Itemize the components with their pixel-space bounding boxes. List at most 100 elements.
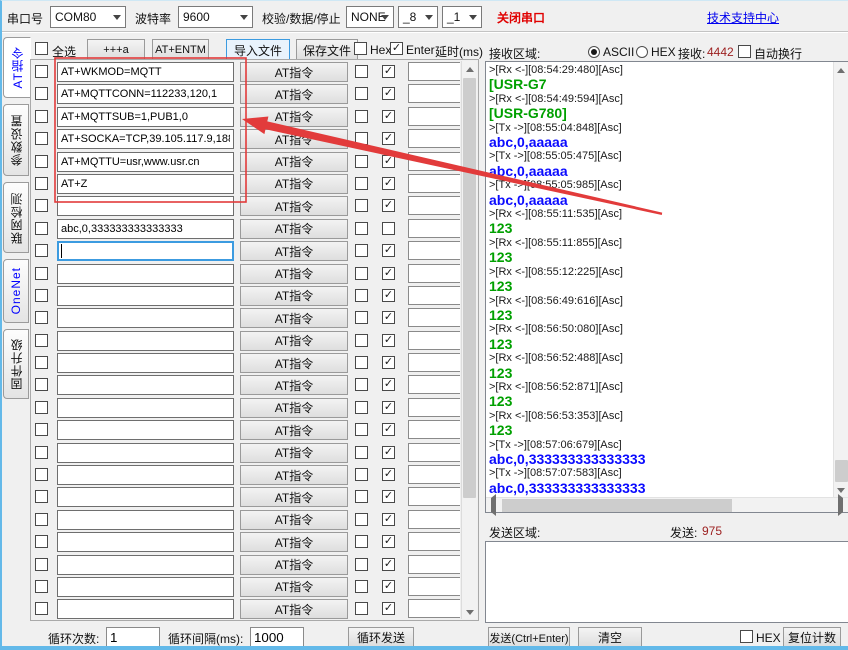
at-send-button[interactable]: AT指令 xyxy=(240,196,348,216)
row-hex-checkbox[interactable] xyxy=(355,401,368,414)
row-enter-checkbox[interactable]: ✓ xyxy=(382,244,395,257)
scroll-left-icon[interactable] xyxy=(486,498,501,513)
scrollbar-thumb[interactable] xyxy=(835,460,848,482)
row-delay-input[interactable] xyxy=(408,487,460,506)
row-enter-checkbox[interactable]: ✓ xyxy=(382,446,395,459)
at-send-button[interactable]: AT指令 xyxy=(240,107,348,127)
at-send-button[interactable]: AT指令 xyxy=(240,152,348,172)
loop-count-input[interactable] xyxy=(106,627,160,647)
stopbits-select[interactable]: _1 xyxy=(442,6,482,28)
command-input[interactable] xyxy=(57,398,234,418)
command-input[interactable] xyxy=(57,532,234,552)
row-delay-input[interactable] xyxy=(408,152,460,171)
row-hex-checkbox[interactable] xyxy=(355,513,368,526)
row-delay-input[interactable] xyxy=(408,555,460,574)
at-send-button[interactable]: AT指令 xyxy=(240,331,348,351)
send-hex-checkbox[interactable] xyxy=(740,630,753,643)
autowrap-checkbox[interactable] xyxy=(738,45,751,58)
command-input[interactable] xyxy=(57,241,234,261)
support-center-link[interactable]: 技术支持中心 xyxy=(707,9,779,26)
scroll-up-icon[interactable] xyxy=(462,61,477,76)
command-input[interactable] xyxy=(57,510,234,530)
command-input[interactable] xyxy=(57,465,234,485)
at-entm-button[interactable]: AT+ENTM xyxy=(152,39,209,61)
scroll-right-icon[interactable] xyxy=(833,498,848,513)
row-delay-input[interactable] xyxy=(408,465,460,484)
row-select-checkbox[interactable] xyxy=(35,65,48,78)
row-hex-checkbox[interactable] xyxy=(355,222,368,235)
row-delay-input[interactable] xyxy=(408,510,460,529)
row-enter-checkbox[interactable]: ✓ xyxy=(382,558,395,571)
row-delay-input[interactable] xyxy=(408,264,460,283)
sidebar-tab-5[interactable]: 固件升级 xyxy=(3,329,29,399)
sidebar-tab-2[interactable]: 参数设置 xyxy=(3,104,29,176)
command-input[interactable] xyxy=(57,286,234,306)
row-select-checkbox[interactable] xyxy=(35,267,48,280)
at-send-button[interactable]: AT指令 xyxy=(240,286,348,306)
row-select-checkbox[interactable] xyxy=(35,423,48,436)
row-delay-input[interactable] xyxy=(408,577,460,596)
row-select-checkbox[interactable] xyxy=(35,446,48,459)
select-all-checkbox[interactable] xyxy=(35,42,48,55)
row-enter-checkbox[interactable]: ✓ xyxy=(382,378,395,391)
row-select-checkbox[interactable] xyxy=(35,356,48,369)
row-delay-input[interactable] xyxy=(408,331,460,350)
command-input[interactable] xyxy=(57,353,234,373)
command-input[interactable] xyxy=(57,129,234,149)
at-send-button[interactable]: AT指令 xyxy=(240,62,348,82)
row-enter-checkbox[interactable]: ✓ xyxy=(382,289,395,302)
parity-select[interactable]: NONE xyxy=(346,6,394,28)
row-enter-checkbox[interactable]: ✓ xyxy=(382,401,395,414)
command-input[interactable] xyxy=(57,308,234,328)
row-enter-checkbox[interactable]: ✓ xyxy=(382,580,395,593)
command-input[interactable] xyxy=(57,599,234,619)
at-send-button[interactable]: AT指令 xyxy=(240,129,348,149)
row-delay-input[interactable] xyxy=(408,398,460,417)
row-delay-input[interactable] xyxy=(408,532,460,551)
command-input[interactable] xyxy=(57,107,234,127)
at-send-button[interactable]: AT指令 xyxy=(240,219,348,239)
close-port-button[interactable]: 关闭串口 xyxy=(497,9,545,26)
row-select-checkbox[interactable] xyxy=(35,222,48,235)
at-send-button[interactable]: AT指令 xyxy=(240,510,348,530)
row-enter-checkbox[interactable]: ✓ xyxy=(382,490,395,503)
row-delay-input[interactable] xyxy=(408,84,460,103)
sidebar-tab-4[interactable]: OneNet xyxy=(3,259,29,323)
row-delay-input[interactable] xyxy=(408,375,460,394)
command-input[interactable] xyxy=(57,152,234,172)
row-enter-checkbox[interactable]: ✓ xyxy=(382,311,395,324)
row-select-checkbox[interactable] xyxy=(35,513,48,526)
plus-a-button[interactable]: +++a xyxy=(87,39,145,61)
row-delay-input[interactable] xyxy=(408,353,460,372)
command-input[interactable] xyxy=(57,375,234,395)
save-file-button[interactable]: 保存文件 xyxy=(296,39,358,61)
row-delay-input[interactable] xyxy=(408,129,460,148)
at-send-button[interactable]: AT指令 xyxy=(240,264,348,284)
scrollbar-thumb[interactable] xyxy=(463,78,476,498)
row-enter-checkbox[interactable]: ✓ xyxy=(382,602,395,615)
row-enter-checkbox[interactable] xyxy=(382,222,395,235)
row-enter-checkbox[interactable]: ✓ xyxy=(382,535,395,548)
at-send-button[interactable]: AT指令 xyxy=(240,353,348,373)
command-input[interactable] xyxy=(57,443,234,463)
row-hex-checkbox[interactable] xyxy=(355,87,368,100)
row-select-checkbox[interactable] xyxy=(35,199,48,212)
row-enter-checkbox[interactable]: ✓ xyxy=(382,513,395,526)
row-select-checkbox[interactable] xyxy=(35,490,48,503)
at-send-button[interactable]: AT指令 xyxy=(240,420,348,440)
row-hex-checkbox[interactable] xyxy=(355,155,368,168)
row-delay-input[interactable] xyxy=(408,599,460,618)
row-select-checkbox[interactable] xyxy=(35,580,48,593)
row-delay-input[interactable] xyxy=(408,219,460,238)
hex-radio[interactable] xyxy=(636,46,648,58)
row-hex-checkbox[interactable] xyxy=(355,244,368,257)
receive-log[interactable]: >[Rx <-][08:54:29:480][Asc][USR-G7>[Rx <… xyxy=(485,61,848,513)
toolbar-enter-checkbox[interactable]: ✓ xyxy=(390,42,403,55)
at-send-button[interactable]: AT指令 xyxy=(240,308,348,328)
sidebar-tab-3[interactable]: 联网检测 xyxy=(3,182,29,253)
scrollbar-thumb[interactable] xyxy=(502,499,732,512)
row-select-checkbox[interactable] xyxy=(35,132,48,145)
toolbar-hex-checkbox[interactable] xyxy=(354,42,367,55)
at-send-button[interactable]: AT指令 xyxy=(240,577,348,597)
command-input[interactable] xyxy=(57,420,234,440)
